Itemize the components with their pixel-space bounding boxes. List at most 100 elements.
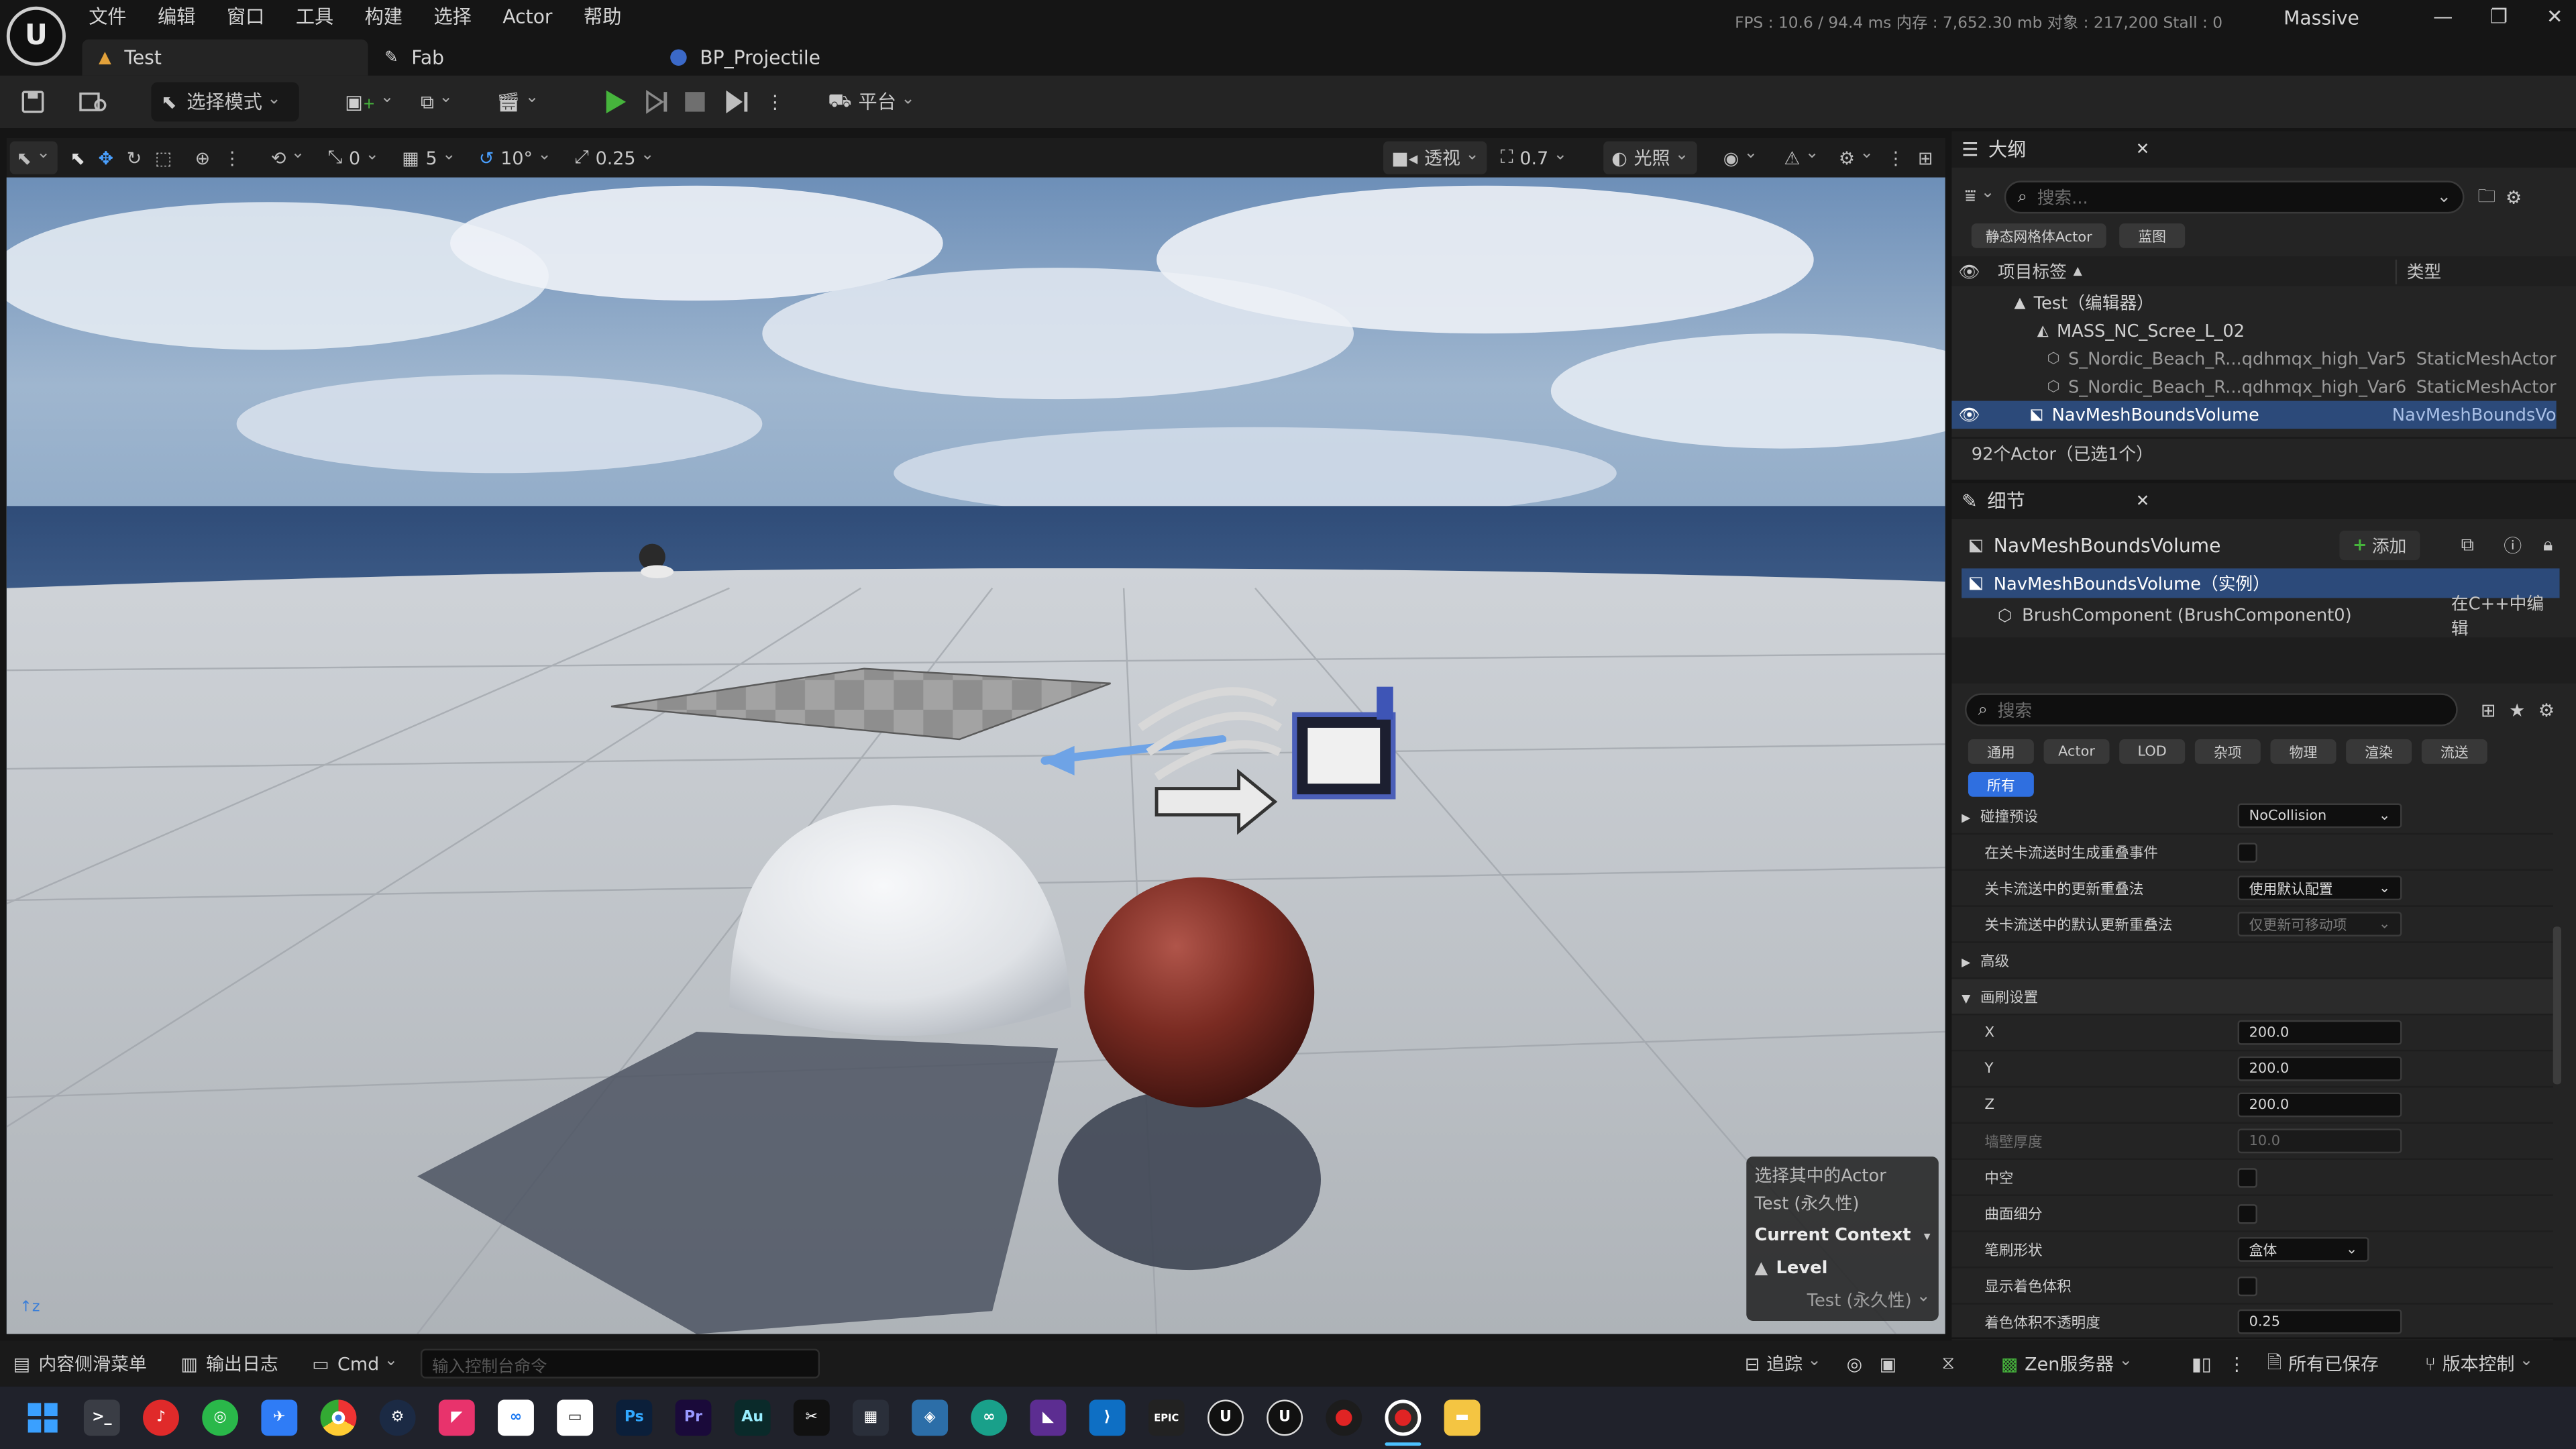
close-icon[interactable]: ✕	[2136, 492, 2150, 510]
cat-tab-rendering[interactable]: 渲染	[2346, 739, 2412, 764]
eject-button[interactable]	[723, 82, 749, 121]
terminal-app-icon[interactable]: >_	[83, 1399, 120, 1436]
x-field[interactable]: 200.0	[2237, 1020, 2402, 1045]
vscode-icon[interactable]: ⟩	[1089, 1399, 1126, 1436]
chrome-icon[interactable]	[320, 1399, 357, 1436]
update-overlap-combo[interactable]: 使用默认配置 ⌄	[2237, 875, 2402, 901]
filter-icon[interactable]: ⩸	[1965, 186, 1994, 209]
performance-icon[interactable]: ⚠	[1784, 147, 1819, 168]
console-input[interactable]: 输入控制台命令	[420, 1348, 820, 1379]
unreal-engine-2-icon[interactable]: U	[1267, 1399, 1303, 1436]
col-type[interactable]: 类型	[2395, 258, 2441, 284]
tree-row[interactable]: ◭ MASS_NC_Scree_L_02	[1951, 317, 2556, 345]
level-viewport[interactable]: ↑z	[6, 177, 1945, 1334]
browse-content-icon[interactable]	[79, 82, 109, 121]
tree-row[interactable]: ⬡ S_Nordic_Beach_R...qdhmqx_high_Var5 St…	[1951, 345, 2556, 373]
cat-tab-all[interactable]: 所有	[1968, 772, 2034, 797]
unreal-logo-icon[interactable]: U	[6, 6, 66, 66]
close-window-icon[interactable]: ✕	[2527, 0, 2576, 33]
angle-snap-toggle[interactable]: ↺ 10°	[479, 147, 551, 168]
help-icon[interactable]: ⓘ	[2504, 532, 2522, 558]
wechat-icon[interactable]: ◎	[202, 1399, 239, 1436]
details-settings-icon[interactable]: ⚙	[2538, 699, 2555, 720]
menu-select[interactable]: 选择	[434, 3, 490, 30]
meta-icon[interactable]: ∞	[498, 1399, 534, 1436]
zen-server-button[interactable]: ▩ Zen服务器	[2001, 1347, 2133, 1380]
filter-blueprint[interactable]: 蓝图	[2119, 223, 2186, 248]
menu-build[interactable]: 构建	[365, 3, 421, 30]
table-view-icon[interactable]: ⊞	[2481, 699, 2496, 720]
content-drawer-button[interactable]: ▤ 内容侧滑菜单	[13, 1347, 147, 1380]
step-button[interactable]	[644, 82, 670, 121]
minimize-icon[interactable]: —	[2415, 0, 2471, 33]
collapse-arrow-icon[interactable]: ▼	[1962, 992, 1970, 1006]
steam-icon[interactable]: ⚙	[379, 1399, 416, 1436]
calculator-icon[interactable]: ▦	[853, 1399, 889, 1436]
menu-window[interactable]: 窗口	[227, 3, 282, 30]
output-log-button[interactable]: ▥ 输出日志	[180, 1347, 278, 1380]
component-row[interactable]: ⬡ BrushComponent (BrushComponent0) 在C++中…	[1998, 595, 2560, 639]
new-folder-icon[interactable]: 🗀︎	[2477, 182, 2496, 213]
collision-preset-combo[interactable]: NoCollision ⌄	[2237, 803, 2402, 828]
play-button[interactable]	[601, 82, 627, 121]
outliner-search-input[interactable]: ⌕ 搜索... ⌄	[2004, 180, 2465, 214]
shaded-opacity-field[interactable]: 0.25	[2237, 1309, 2402, 1334]
viewport-settings-icon[interactable]: ⚙	[1839, 147, 1874, 168]
menu-file[interactable]: 文件	[89, 3, 144, 30]
level-value-dropdown[interactable]: Test (永久性)	[1755, 1288, 1931, 1313]
gen-overlap-checkbox[interactable]	[2237, 842, 2257, 862]
layout-icon[interactable]: ⊞	[1918, 147, 1933, 168]
cat-tab-misc[interactable]: 杂项	[2194, 739, 2261, 764]
world-coords-icon[interactable]: ⊕	[195, 147, 211, 168]
feishu-icon[interactable]: ✈	[261, 1399, 298, 1436]
scale-tool-icon[interactable]: ⬚	[155, 147, 172, 168]
menu-actor[interactable]: Actor	[502, 5, 570, 28]
details-scrollbar[interactable]	[2553, 926, 2561, 1085]
expand-arrow-icon[interactable]: ▶	[1962, 812, 1970, 825]
cmd-dropdown[interactable]: ▭ Cmd	[312, 1347, 398, 1380]
edit-in-cpp-link[interactable]: 在C++中编辑	[2451, 592, 2560, 641]
tab-fab[interactable]: ✎ Fab	[368, 40, 647, 76]
options-icon[interactable]: ⋮	[223, 147, 241, 168]
epic-games-icon[interactable]: EPIC	[1148, 1399, 1185, 1436]
lighting-button[interactable]: ◐ 光照	[1603, 141, 1697, 174]
red-app-icon[interactable]: ◤	[438, 1399, 475, 1436]
obs-icon[interactable]	[1326, 1399, 1362, 1436]
translate-tool-icon[interactable]: ✥	[99, 147, 114, 168]
premiere-icon[interactable]: Pr	[675, 1399, 712, 1436]
add-component-button[interactable]: + 添加	[2339, 531, 2420, 561]
cat-tab-general[interactable]: 通用	[1968, 739, 2034, 764]
menu-help[interactable]: 帮助	[584, 3, 639, 30]
stop-button[interactable]	[684, 82, 706, 121]
hollow-checkbox[interactable]	[2237, 1167, 2257, 1187]
netease-music-icon[interactable]: ♪	[143, 1399, 179, 1436]
recorder-icon[interactable]	[1385, 1399, 1421, 1436]
col-item-label[interactable]: 项目标签	[1998, 259, 2067, 284]
save-all-button[interactable]: 🗎︎ 所有已保存	[2267, 1347, 2379, 1380]
lock-icon[interactable]: 🔒︎	[2543, 534, 2553, 557]
cat-tab-streaming[interactable]: 流送	[2421, 739, 2487, 764]
green-app-icon[interactable]: ∞	[971, 1399, 1008, 1436]
tessellated-checkbox[interactable]	[2237, 1203, 2257, 1224]
windows-start-icon[interactable]	[25, 1400, 61, 1436]
trace-button[interactable]: ⊟ 追踪	[1745, 1347, 1821, 1380]
unreal-engine-icon[interactable]: U	[1208, 1399, 1244, 1436]
maximize-icon[interactable]: ❐	[2471, 0, 2526, 33]
tree-row[interactable]: ⬡ S_Nordic_Beach_R...qdhmqx_high_Var6 St…	[1951, 373, 2556, 401]
level-row[interactable]: ▲ Level	[1755, 1258, 1931, 1278]
prop-advanced[interactable]: ▶ 高级	[1951, 943, 2553, 979]
scale-snap-toggle[interactable]: ⤢ 0.25	[574, 146, 654, 169]
transform-menu-icon[interactable]: ⬉	[9, 141, 57, 174]
add-actor-button[interactable]: ▣+	[345, 82, 394, 121]
source-control-button[interactable]: ⑂ 版本控制	[2425, 1347, 2534, 1380]
derived-data-icon[interactable]: ⧖	[1942, 1347, 1955, 1380]
outliner-tab[interactable]: ☰ 大纲 ✕	[1951, 131, 2576, 168]
rotate-tool-icon[interactable]: ↻	[127, 147, 142, 168]
play-options-icon[interactable]: ⋮	[765, 82, 784, 121]
file-explorer-icon[interactable]: ▬	[1444, 1399, 1481, 1436]
brush-shape-combo[interactable]: 盒体 ⌄	[2237, 1237, 2369, 1262]
eye-icon[interactable]: 👁︎	[1958, 260, 1988, 282]
visual-studio-icon[interactable]: ◣	[1030, 1399, 1067, 1436]
menu-tools[interactable]: 工具	[296, 3, 352, 30]
cat-tab-actor[interactable]: Actor	[2043, 739, 2110, 764]
